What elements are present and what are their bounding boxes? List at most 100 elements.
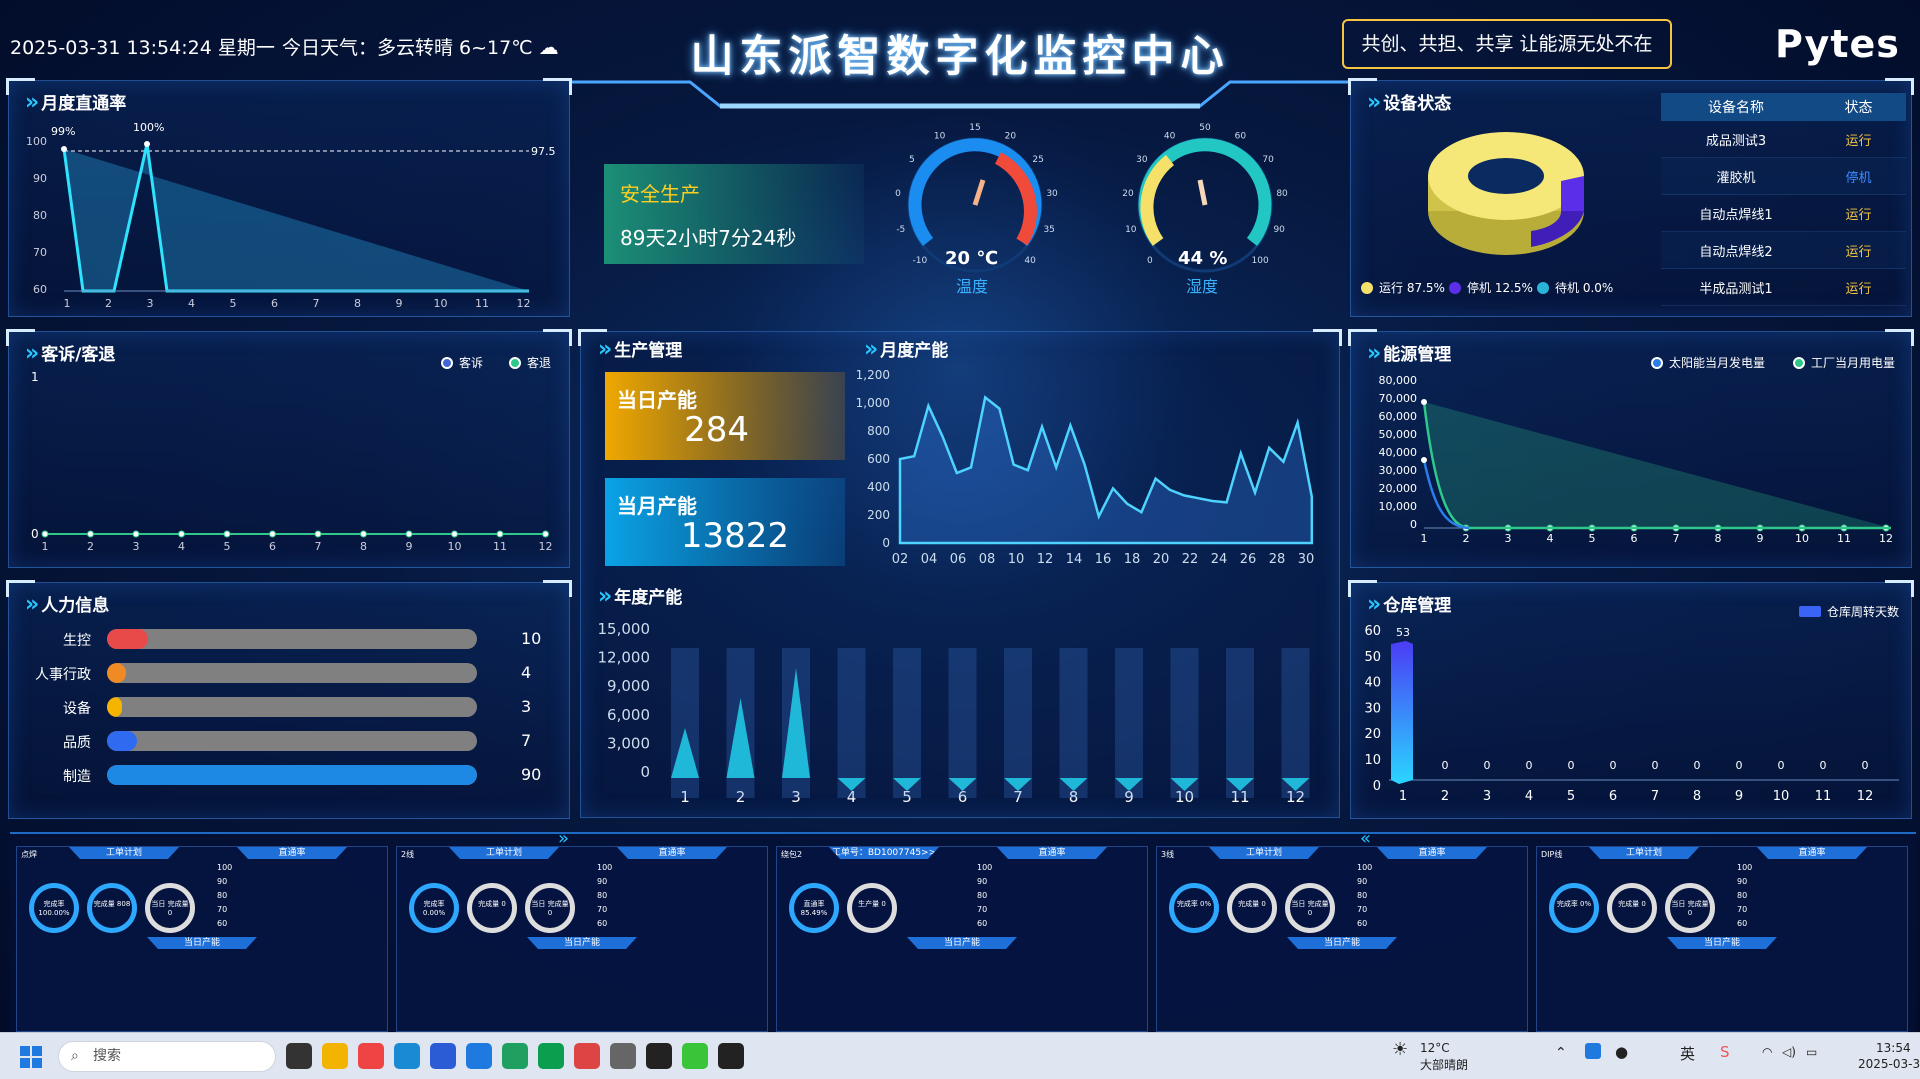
qq-tray-icon[interactable]: ●: [1615, 1043, 1628, 1061]
x-tick: 3: [1483, 789, 1491, 804]
gauge-tick: 0: [1147, 256, 1153, 266]
windows-start-icon[interactable]: [20, 1046, 42, 1068]
table-row[interactable]: 灌胶机 停机: [1661, 158, 1906, 195]
app-tray-icon[interactable]: [1585, 1043, 1601, 1059]
plan-tab[interactable]: 工单号：BD1007745>>: [829, 847, 939, 859]
panel-hr: » 人力信息 生控 10 人事行政 4 设备 3 品质 7 制造 90: [6, 580, 572, 819]
table-row[interactable]: 成品测试3 运行: [1661, 121, 1906, 158]
daily-tab[interactable]: 当日产能: [1667, 937, 1777, 949]
bar-label: 0: [1484, 759, 1491, 772]
legend-item[interactable]: 运行 87.5%: [1361, 279, 1445, 296]
table-row[interactable]: 半成品测试1 运行: [1661, 269, 1906, 306]
app-icon[interactable]: [502, 1043, 528, 1069]
qq-icon[interactable]: [718, 1043, 744, 1069]
app-icon[interactable]: [574, 1043, 600, 1069]
hr-count: 90: [521, 765, 542, 784]
hr-bar: [107, 697, 477, 717]
daily-tab[interactable]: 当日产能: [147, 937, 257, 949]
weather-text: 今日天气：多云转晴 6~17℃: [282, 37, 533, 59]
gauge-tick: 25: [1032, 155, 1043, 165]
file-explorer-icon[interactable]: [322, 1043, 348, 1069]
gauge-tick: 30: [1136, 155, 1148, 165]
x-tick: 10: [1795, 532, 1809, 545]
x-tick: 4: [188, 297, 195, 310]
x-tick: 1: [1399, 789, 1407, 804]
webstorm-icon[interactable]: [430, 1043, 456, 1069]
plan-tab[interactable]: 工单计划: [69, 847, 179, 859]
wifi-icon[interactable]: ◠: [1762, 1045, 1772, 1059]
battery-icon[interactable]: ▭: [1806, 1045, 1817, 1059]
line-name: 2线: [401, 850, 415, 859]
y-tick: 800: [867, 424, 890, 438]
taskbar-search[interactable]: ⌕ 搜索: [58, 1041, 276, 1072]
rate-tab[interactable]: 直通率: [1757, 847, 1867, 859]
plan-tab[interactable]: 工单计划: [1209, 847, 1319, 859]
ref-line-label: 97.5: [531, 145, 556, 158]
hbuilder-icon[interactable]: [538, 1043, 564, 1069]
y-tick: 40,000: [1379, 446, 1418, 459]
x-tick: 9: [396, 297, 403, 310]
gauge-label: 温度: [956, 277, 988, 296]
plan-tab[interactable]: 工单计划: [1589, 847, 1699, 859]
hr-row: 设备 3: [29, 695, 549, 719]
chevron-up-icon[interactable]: ⌃: [1555, 1045, 1567, 1061]
taskbar-weather-text[interactable]: 大部晴朗: [1420, 1056, 1468, 1073]
panel-energy: » 能源管理 太阳能当月发电量 工厂当月用电量 80,000 70,000 60,00…: [1348, 329, 1914, 568]
y-tick: 10,000: [1379, 500, 1418, 513]
annual-capacity-chart: 15,00012,0009,0006,0003,0000123456789101…: [598, 620, 1310, 806]
bar-label: 0: [1820, 759, 1827, 772]
x-tick: 8: [354, 297, 361, 310]
table-row[interactable]: 自动点焊线1 运行: [1661, 195, 1906, 232]
device-status: 停机: [1845, 170, 1872, 186]
x-tick: 14: [1066, 552, 1083, 567]
daily-tab[interactable]: 当日产能: [907, 937, 1017, 949]
vscode-icon[interactable]: [466, 1043, 492, 1069]
daily-tab[interactable]: 当日产能: [1287, 937, 1397, 949]
annual-capacity-title: » 年度产能: [598, 584, 683, 609]
y-tick: 0: [640, 763, 650, 781]
x-tick: 26: [1240, 552, 1257, 567]
bar-label: 0: [1652, 759, 1659, 772]
ime-icon[interactable]: 英: [1680, 1043, 1695, 1064]
task-view-icon[interactable]: [286, 1043, 312, 1069]
y-tick: 60: [1364, 624, 1381, 639]
panel-warehouse: » 仓库管理 仓库周转天数 60 50 40 30 20 10 0 1 2 3 4 5 6 7 8 9 10 11 1…: [1348, 580, 1914, 819]
chrome-icon[interactable]: [358, 1043, 384, 1069]
edge-icon[interactable]: [394, 1043, 420, 1069]
brand-logo: Pytes: [1775, 22, 1900, 66]
rate-tab[interactable]: 直通率: [997, 847, 1107, 859]
rate-tab[interactable]: 直通率: [617, 847, 727, 859]
x-tick: 1: [42, 540, 49, 553]
plan-tab[interactable]: 工单计划: [449, 847, 559, 859]
volume-icon[interactable]: ◁): [1782, 1045, 1796, 1059]
wechat-icon[interactable]: [682, 1043, 708, 1069]
daily-tab[interactable]: 当日产能: [527, 937, 637, 949]
app-icon[interactable]: [610, 1043, 636, 1069]
weather-icon[interactable]: ☀: [1392, 1039, 1408, 1060]
bar-label: 0: [1526, 759, 1533, 772]
app-icon[interactable]: [646, 1043, 672, 1069]
gauge-tick: 10: [1125, 225, 1137, 235]
gauge-tick: -10: [912, 256, 927, 266]
rate-tab[interactable]: 直通率: [237, 847, 347, 859]
x-tick: 10: [448, 540, 462, 553]
clock-date[interactable]: 2025-03-31: [1858, 1057, 1920, 1071]
rate-tab[interactable]: 直通率: [1377, 847, 1487, 859]
y-tick: 0: [1410, 518, 1417, 531]
x-tick: 9: [406, 540, 413, 553]
legend-item[interactable]: 停机 12.5%: [1449, 279, 1533, 296]
clock-time[interactable]: 13:54: [1876, 1041, 1911, 1055]
hr-bar-fill: [107, 731, 137, 751]
taskbar-weather-temp[interactable]: 12°C: [1420, 1041, 1450, 1055]
gauge-tick: 15: [969, 123, 980, 133]
x-tick: 5: [230, 297, 237, 310]
header-datetime: 2025-03-31 13:54:24 星期一: [10, 37, 275, 59]
device-name: 自动点焊线1: [1699, 207, 1773, 223]
legend-item[interactable]: 待机 0.0%: [1537, 279, 1613, 296]
x-tick: 3: [133, 540, 140, 553]
sogou-icon[interactable]: S: [1720, 1043, 1730, 1061]
table-row[interactable]: 自动点焊线2 运行: [1661, 232, 1906, 269]
gauge-tick: 50: [1199, 123, 1211, 133]
y-tick: 100: [26, 135, 47, 148]
search-icon: ⌕: [71, 1048, 79, 1064]
